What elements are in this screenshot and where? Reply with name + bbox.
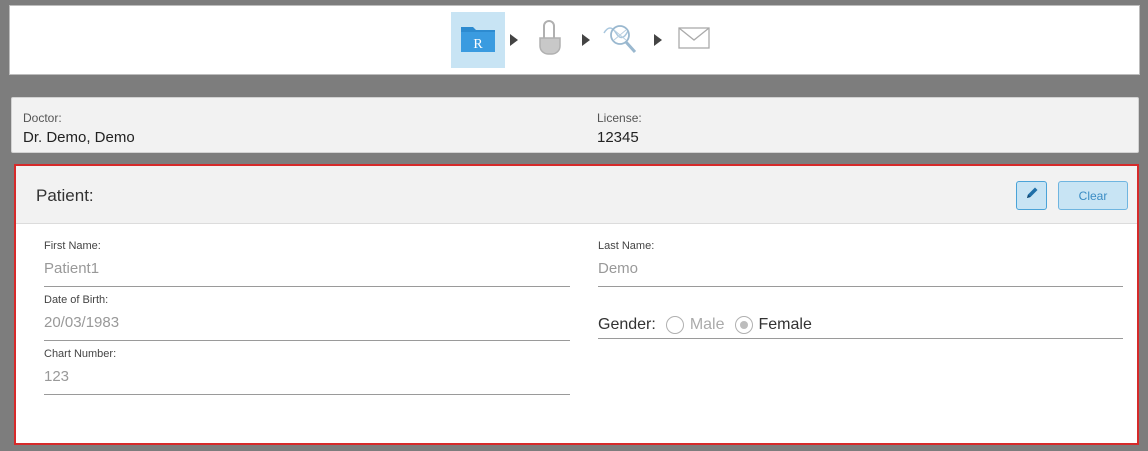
doctor-field: Doctor: Dr. Demo, Demo <box>23 111 135 146</box>
last-name-underline <box>598 286 1123 287</box>
last-name-value: Demo <box>598 260 639 277</box>
license-label: License: <box>597 111 642 125</box>
scan-finger-icon <box>535 19 565 61</box>
gender-label: Gender: <box>598 316 656 333</box>
gender-underline-wrap <box>598 338 1123 340</box>
chart-number-field[interactable]: Chart Number: 123 <box>44 348 570 398</box>
chart-number-label: Chart Number: <box>44 348 117 360</box>
male-radio[interactable] <box>665 316 684 334</box>
dob-label: Date of Birth: <box>44 294 109 306</box>
first-name-value: Patient1 <box>44 260 100 277</box>
gender-field: Gender: Male Female <box>598 316 812 334</box>
clear-button[interactable]: Clear <box>1058 181 1128 210</box>
license-value: 12345 <box>597 129 639 146</box>
doctor-value: Dr. Demo, Demo <box>23 129 135 146</box>
step-scan[interactable] <box>523 12 577 68</box>
step-send[interactable] <box>667 12 721 68</box>
dob-field[interactable]: Date of Birth: 20/03/1983 <box>44 294 570 344</box>
envelope-icon <box>677 26 710 54</box>
female-option-label: Female <box>758 316 812 333</box>
male-option-label: Male <box>689 316 725 333</box>
first-name-label: First Name: <box>44 240 101 252</box>
step-rx[interactable]: R <box>450 12 505 68</box>
patient-card: Patient: Clear First Name: Patient1 Last… <box>14 164 1139 445</box>
last-name-label: Last Name: <box>598 240 655 252</box>
pencil-icon <box>1025 186 1039 205</box>
chart-number-value: 123 <box>44 368 70 385</box>
female-radio[interactable] <box>734 316 753 334</box>
dob-value: 20/03/1983 <box>44 314 120 331</box>
workflow-steps: R <box>450 12 721 68</box>
workflow-bar: R <box>9 5 1140 75</box>
rx-letter: R <box>473 37 483 52</box>
step-arrow <box>505 34 523 46</box>
step-view[interactable] <box>595 12 649 68</box>
gender-underline <box>598 338 1123 339</box>
license-field: License: 12345 <box>597 111 642 146</box>
patient-header: Patient: Clear <box>16 166 1137 224</box>
last-name-field[interactable]: Last Name: Demo <box>598 240 1123 290</box>
edit-button[interactable] <box>1016 181 1047 210</box>
doctor-label: Doctor: <box>23 111 62 125</box>
step-arrow <box>649 34 667 46</box>
dob-underline <box>44 340 570 341</box>
patient-title: Patient: <box>36 186 94 205</box>
first-name-underline <box>44 286 570 287</box>
doctor-info-card: Doctor: Dr. Demo, Demo License: 12345 <box>11 97 1139 153</box>
chart-number-underline <box>44 394 570 395</box>
first-name-field[interactable]: First Name: Patient1 <box>44 240 570 290</box>
view-magnifier-icon <box>602 21 642 60</box>
step-arrow <box>577 34 595 46</box>
rx-folder-icon: R <box>460 23 496 58</box>
